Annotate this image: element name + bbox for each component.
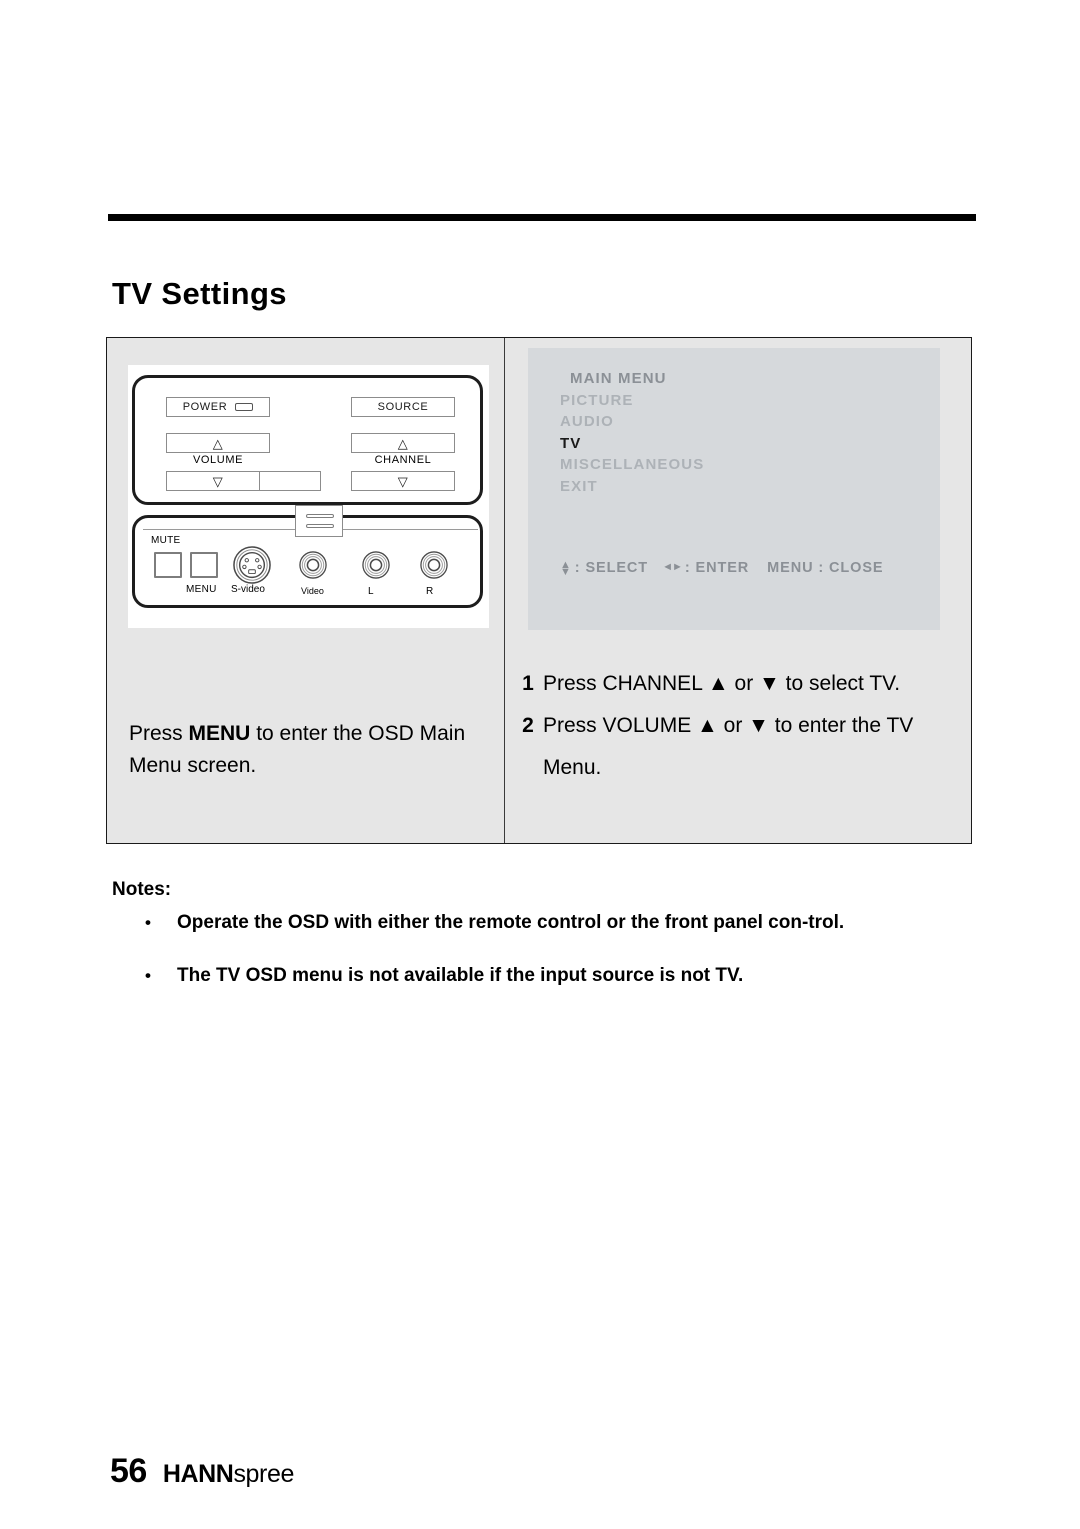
volume-down-button[interactable]: ▽ — [166, 471, 270, 491]
brand-bold-part: HANN — [162, 1460, 234, 1488]
osd-item-tv[interactable]: TV — [560, 433, 920, 455]
step-item: 2 Press VOLUME ▲ or ▼ to enter the TV Me… — [513, 705, 968, 789]
audio-left-rca-jack-icon — [362, 551, 390, 579]
osd-close-label: MENU : CLOSE — [767, 560, 884, 576]
menu-label: MENU — [186, 584, 217, 595]
triangle-up-icon: △ — [212, 435, 224, 451]
power-led-icon — [235, 403, 254, 411]
channel-up-button[interactable]: △ — [351, 433, 455, 453]
osd-item-miscellaneous[interactable]: MISCELLANEOUS — [560, 454, 920, 476]
ir-line — [306, 524, 334, 528]
brand-logo: HANNspree — [162, 1460, 295, 1489]
page-number: 56 — [110, 1452, 147, 1490]
osd-menu-title: MAIN MENU — [570, 370, 667, 387]
source-button-label: SOURCE — [377, 401, 429, 413]
step-text: Press VOLUME ▲ or ▼ to enter the TV Menu… — [543, 714, 914, 779]
step-text: Press CHANNEL ▲ or ▼ to select TV. — [543, 672, 901, 695]
instruction-part1: Press — [129, 722, 189, 745]
osd-main-menu-screen: MAIN MENU PICTURE AUDIO TV MISCELLANEOUS… — [528, 348, 940, 630]
note-text: The TV OSD menu is not available if the … — [177, 965, 744, 986]
notes-heading: Notes: — [112, 879, 172, 900]
note-item: • The TV OSD menu is not available if th… — [145, 963, 975, 988]
source-button[interactable]: SOURCE — [351, 397, 455, 417]
note-item: • Operate the OSD with either the remote… — [145, 910, 975, 935]
left-column: POWER SOURCE △ VOLUME ▽ △ CHANNEL ▽ MUTE… — [107, 338, 504, 843]
channel-label: CHANNEL — [374, 454, 432, 466]
blank-button[interactable] — [259, 471, 321, 491]
audio-right-label: R — [426, 586, 434, 597]
arrow-down-icon: ▼ — [560, 566, 572, 578]
triangle-up-icon: △ — [397, 435, 409, 451]
osd-status-bar: ▲ ▼ : SELECT ◄► : ENTER MENU : CLOSE — [560, 560, 884, 578]
triangle-down-icon: ▽ — [212, 473, 224, 489]
left-right-arrows-icon: ◄► — [662, 561, 683, 573]
video-label: Video — [301, 586, 324, 596]
osd-menu-list: MAIN MENU PICTURE AUDIO TV MISCELLANEOUS… — [560, 368, 920, 497]
osd-enter-label: : ENTER — [684, 560, 750, 576]
power-button-label: POWER — [182, 401, 228, 413]
s-video-label: S-video — [231, 584, 265, 595]
osd-item-picture[interactable]: PICTURE — [560, 390, 920, 412]
front-panel-buttons-diagram: POWER SOURCE △ VOLUME ▽ △ CHANNEL ▽ — [132, 375, 483, 505]
step-item: 1 Press CHANNEL ▲ or ▼ to select TV. — [513, 663, 968, 705]
audio-right-rca-jack-icon — [420, 551, 448, 579]
mute-label: MUTE — [151, 535, 181, 546]
right-column: MAIN MENU PICTURE AUDIO TV MISCELLANEOUS… — [505, 338, 972, 843]
volume-up-button[interactable]: △ — [166, 433, 270, 453]
mute-button[interactable] — [154, 552, 182, 578]
ir-receiver-icon — [295, 505, 343, 537]
osd-item-audio[interactable]: AUDIO — [560, 411, 920, 433]
bullet-icon: • — [145, 913, 151, 932]
instruction-menu-keyword: MENU — [188, 722, 251, 745]
volume-label: VOLUME — [192, 454, 244, 466]
front-panel-jacks-diagram: MUTE MENU S-video Video L R — [132, 505, 483, 608]
step-number: 1 — [522, 672, 534, 695]
note-text: Operate the OSD with either the remote c… — [177, 912, 845, 933]
brand-light-part: spree — [233, 1460, 294, 1488]
audio-left-label: L — [368, 586, 374, 597]
header-rule — [108, 214, 976, 221]
osd-item-exit[interactable]: EXIT — [560, 476, 920, 498]
s-video-jack-icon — [233, 546, 271, 584]
osd-select-label: : SELECT — [574, 560, 649, 576]
power-button[interactable]: POWER — [166, 397, 270, 417]
page-footer: 56 HANNspree — [110, 1452, 294, 1491]
menu-button[interactable] — [190, 552, 218, 578]
video-rca-jack-icon — [299, 551, 327, 579]
page-title: TV Settings — [112, 276, 287, 311]
numbered-steps-list: 1 Press CHANNEL ▲ or ▼ to select TV. 2 P… — [513, 663, 968, 789]
instruction-panel: POWER SOURCE △ VOLUME ▽ △ CHANNEL ▽ MUTE… — [106, 337, 972, 844]
triangle-down-icon: ▽ — [397, 473, 409, 489]
left-instruction-text: Press MENU to enter the OSD Main Menu sc… — [129, 718, 489, 782]
step-number: 2 — [522, 714, 534, 737]
bullet-icon: • — [145, 966, 151, 985]
ir-line — [306, 514, 334, 518]
channel-down-button[interactable]: ▽ — [351, 471, 455, 491]
up-down-arrows-icon: ▲ ▼ — [560, 560, 572, 578]
